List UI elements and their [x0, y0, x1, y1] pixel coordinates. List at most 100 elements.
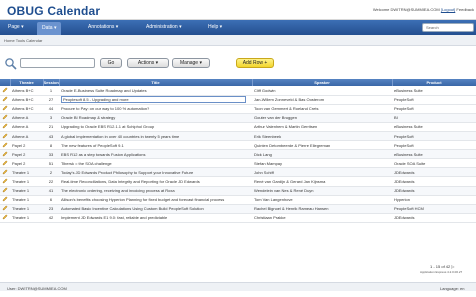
- edit-pencil-icon[interactable]: [2, 142, 8, 148]
- table-row[interactable]: Theatre 1 42 Implement JD Edwards E1 9.0: …: [0, 213, 476, 223]
- edit-cell[interactable]: [0, 176, 10, 187]
- actions-menu-button[interactable]: Actions ▾: [127, 58, 169, 68]
- pagination[interactable]: 1 - 15 of 42 ▷: [430, 264, 454, 269]
- title-text: The new features of PeopleSoft 9.1: [61, 142, 124, 148]
- cell-session: 1: [43, 86, 59, 96]
- go-button[interactable]: Go: [100, 58, 122, 68]
- title-text: Oracle BI Roadmap & strategy: [61, 115, 116, 121]
- edit-cell[interactable]: [0, 213, 10, 223]
- edit-cell[interactable]: [0, 167, 10, 178]
- edit-cell[interactable]: [0, 158, 10, 169]
- table-row[interactable]: Athene A 3 Oracle BI Roadmap & strategy Gou…: [0, 113, 476, 123]
- column-header-title[interactable]: Title: [59, 79, 253, 86]
- product-text: Hyperion: [394, 197, 411, 203]
- edit-pencil-icon[interactable]: [2, 196, 8, 202]
- nav-administration-menu[interactable]: Administration ▾: [146, 24, 182, 30]
- add-row-button[interactable]: Add Row +: [236, 58, 274, 68]
- logout-link[interactable]: [Logout]: [441, 7, 455, 12]
- edit-pencil-icon[interactable]: [2, 133, 8, 139]
- cell-product: eBusiness Suite: [392, 149, 476, 160]
- table-row[interactable]: Theatre 1 22 Real-time Reconciliations, Da…: [0, 176, 476, 187]
- table-row[interactable]: Athens B+C 1 Oracle E-Business Suite Roadm…: [0, 86, 476, 96]
- footer-language: Language: en: [440, 286, 465, 291]
- nav-data-menu[interactable]: Data ▾: [37, 22, 62, 35]
- nav-search-input[interactable]: Search: [422, 23, 474, 32]
- title-text: A global implementation in over 40 count…: [61, 133, 180, 139]
- cell-theatre: Theatre 1: [10, 167, 43, 178]
- edit-pencil-icon[interactable]: [2, 114, 8, 120]
- column-header-session[interactable]: Session: [43, 79, 60, 86]
- session-text: 27: [48, 97, 54, 103]
- cell-theatre: Theatre 1: [10, 186, 43, 196]
- table-row[interactable]: Athene A 43 A global implementation in ove…: [0, 131, 476, 142]
- table-row[interactable]: Athens B+C 27 Peoplesoft 8.5 - Upgrading a…: [0, 95, 476, 105]
- table-row[interactable]: Payel 2 33 EBS R12 as a step towards Fusio…: [0, 149, 476, 160]
- edit-pencil-icon[interactable]: [2, 105, 8, 111]
- edit-pencil-icon[interactable]: [2, 160, 8, 166]
- edit-cell[interactable]: [0, 131, 10, 142]
- cell-theatre: Athene A: [10, 113, 43, 123]
- cell-title: Procure to Pay: on our way to 100 % auto…: [59, 104, 252, 114]
- edit-cell[interactable]: [0, 104, 10, 114]
- footer-user: User: DWITRN@SUMMIEA.COM: [7, 286, 67, 291]
- table-row[interactable]: Payel 2 51 Tibersk = the SOA challenge Stef…: [0, 158, 476, 169]
- cell-speaker: Gouter van der Bruggen: [252, 113, 392, 123]
- session-text: 33: [48, 151, 54, 157]
- table-row[interactable]: Payel 2 8 The new features of PeopleSoft 9…: [0, 140, 476, 151]
- edit-pencil-icon[interactable]: [2, 87, 8, 93]
- edit-pencil-icon[interactable]: [2, 205, 8, 211]
- column-header-product[interactable]: Product: [392, 79, 476, 86]
- edit-cell[interactable]: [0, 186, 10, 196]
- speaker-text: Wendelein van Nes & René Duyn: [254, 188, 314, 194]
- speaker-text: Rachel Bignoel & Henrik Rameau Hansen: [254, 206, 329, 212]
- nav-page-menu[interactable]: Page ▾: [8, 24, 24, 30]
- cell-session: 33: [43, 149, 59, 160]
- theatre-text: Payel 2: [12, 151, 26, 157]
- edit-cell[interactable]: [0, 122, 10, 132]
- cell-speaker: Erik Steenbeek: [252, 131, 392, 142]
- title-text: Implement JD Edwards E1 9.0: fast, relia…: [61, 215, 168, 221]
- nav-annotations-menu[interactable]: Annotations ▾: [88, 24, 118, 30]
- feedback-link[interactable]: Feedback: [456, 7, 474, 12]
- edit-cell[interactable]: [0, 204, 10, 214]
- report-search-input[interactable]: [20, 58, 95, 68]
- speaker-text: Arthur Valenhem & Martin Gerritsen: [254, 124, 318, 130]
- cell-title: Upgrading to Oracle EBS R12.1.1 at Schip…: [59, 122, 252, 132]
- edit-cell[interactable]: [0, 149, 10, 160]
- title-text: Today's JD Edwards Product Philosophy to…: [61, 169, 194, 175]
- edit-pencil-icon[interactable]: [2, 178, 8, 184]
- nav-help-menu[interactable]: Help ▾: [208, 24, 222, 30]
- edit-cell[interactable]: [0, 140, 10, 151]
- table-row[interactable]: Theatre 1 41 The electronic ordering, rece…: [0, 186, 476, 196]
- table-row[interactable]: Athene A 21 Upgrading to Oracle EBS R12.1.…: [0, 122, 476, 132]
- title-text: Allison's benefits choosing Hyperion Pla…: [61, 197, 225, 203]
- product-text: PeopleSoft: [394, 106, 414, 112]
- table-row[interactable]: Athens B+C 44 Procure to Pay: on our way t…: [0, 104, 476, 114]
- session-text: 2: [49, 169, 53, 175]
- edit-cell[interactable]: [0, 113, 10, 123]
- product-text: eBusiness Suite: [394, 124, 423, 130]
- speaker-text: Tom Van Langenhove: [254, 197, 293, 203]
- theatre-text: Theatre 1: [12, 215, 30, 221]
- search-icon[interactable]: [4, 57, 18, 70]
- breadcrumb[interactable]: Home Tools Calendar: [0, 35, 476, 46]
- edit-pencil-icon[interactable]: [2, 187, 8, 193]
- cell-theatre: Athene A: [10, 131, 43, 142]
- column-header-theatre[interactable]: Theatre: [10, 79, 44, 86]
- column-header-speaker[interactable]: Speaker: [252, 79, 393, 86]
- product-text: PeopleSoft HCM: [394, 206, 424, 212]
- manage-menu-button[interactable]: Manage ▾: [172, 58, 210, 68]
- edit-pencil-icon[interactable]: [2, 214, 8, 220]
- edit-pencil-icon[interactable]: [2, 151, 8, 157]
- edit-cell[interactable]: [0, 195, 10, 205]
- session-text: 6: [49, 197, 53, 203]
- edit-pencil-icon[interactable]: [2, 169, 8, 175]
- table-row[interactable]: Theatre 1 2 Today's JD Edwards Product Phi…: [0, 167, 476, 178]
- table-row[interactable]: Theatre 1 6 Allison's benefits choosing Hy…: [0, 195, 476, 205]
- table-row[interactable]: Theatre 1 23 Automated Basic Incentive Cal…: [0, 204, 476, 214]
- edit-pencil-icon[interactable]: [2, 96, 8, 102]
- edit-cell[interactable]: [0, 86, 10, 96]
- edit-pencil-icon[interactable]: [2, 123, 8, 129]
- edit-cell[interactable]: [0, 95, 10, 105]
- cell-speaker: Quinten Detombeerde & Pierre Ellegreman: [252, 140, 392, 151]
